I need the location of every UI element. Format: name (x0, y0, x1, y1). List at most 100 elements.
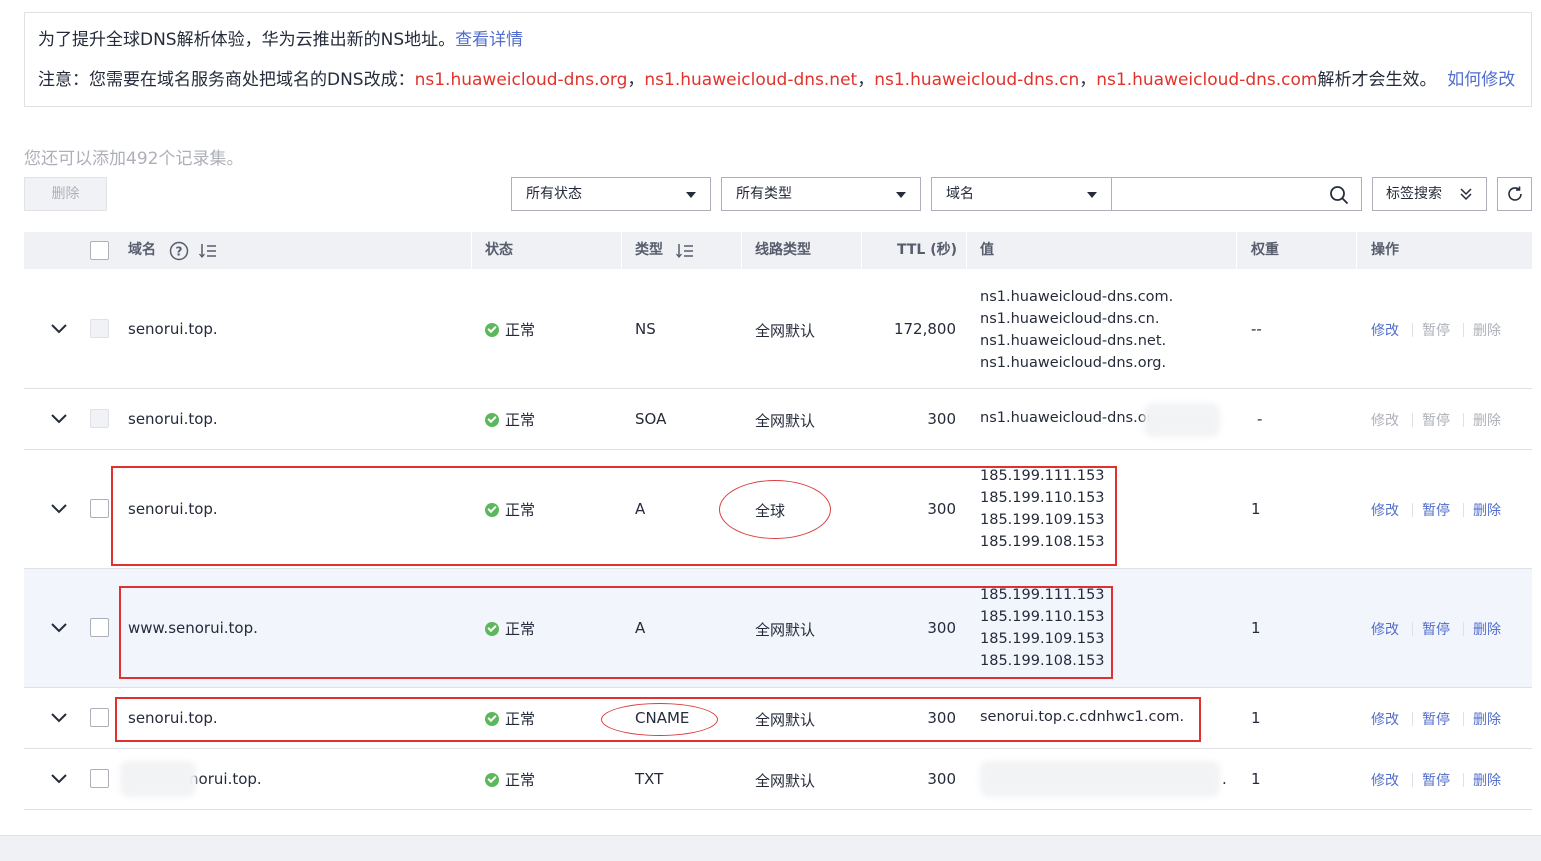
col-ttl: TTL (秒) (897, 242, 958, 258)
ns-notice: 为了提升全球DNS解析体验，华为云推出新的NS地址。查看详情 注意：您需要在域名… (24, 12, 1532, 107)
status-filter-select[interactable]: 所有状态 (511, 177, 711, 211)
record-type: TXT (635, 770, 664, 788)
delete-link[interactable]: 删除 (1473, 500, 1501, 520)
delete-link[interactable]: 删除 (1473, 619, 1501, 639)
chevron-down-icon[interactable] (51, 504, 67, 514)
separator: ， (627, 70, 645, 90)
pause-link[interactable]: 暂停 (1422, 770, 1450, 790)
view-details-link[interactable]: 查看详情 (455, 30, 523, 50)
col-separator (861, 232, 862, 269)
record-weight: 1 (1251, 770, 1261, 788)
record-status: 正常 (485, 319, 535, 340)
status-text: 正常 (505, 411, 536, 429)
redaction-blur (120, 761, 196, 797)
col-separator (1236, 232, 1237, 269)
edit-link[interactable]: 修改 (1371, 709, 1399, 729)
redaction-blur (980, 761, 1220, 797)
record-weight: 1 (1251, 500, 1261, 518)
notice-line-2: 注意：您需要在域名服务商处把域名的DNS改成： ns1.huaweicloud-d… (38, 67, 1518, 94)
col-separator (621, 232, 622, 269)
row-checkbox[interactable] (90, 618, 109, 637)
type-filter-select[interactable]: 所有类型 (721, 177, 921, 211)
annotation-ellipse (601, 703, 718, 736)
table-row: senorui.top. 正常 TXT 全网默认 300 . 1 修改 暂停 删… (24, 749, 1532, 810)
edit-link[interactable]: 修改 (1371, 320, 1399, 340)
quota-text: 您还可以添加492个记录集。 (24, 149, 244, 169)
tag-search-button[interactable]: 标签搜索 (1372, 177, 1487, 211)
edit-link[interactable]: 修改 (1371, 500, 1399, 520)
search-icon[interactable] (1329, 185, 1349, 205)
pause-link[interactable]: 暂停 (1422, 619, 1450, 639)
record-line: 全网默认 (755, 772, 816, 790)
annotation-ellipse (719, 480, 831, 539)
tag-search-label: 标签搜索 (1386, 186, 1442, 202)
chevron-down-icon[interactable] (51, 713, 67, 723)
record-domain: senorui.top. (128, 410, 218, 428)
op-separator (1463, 503, 1464, 517)
edit-link[interactable]: 修改 (1371, 770, 1399, 790)
op-separator (1412, 503, 1413, 517)
table-header: 域名 ? 状态 类型 线路类型 TTL (秒) 值 权重 操作 (24, 232, 1532, 269)
record-value: . (1222, 770, 1227, 788)
record-value: ns1.huaweicloud-dns.or (980, 410, 1153, 426)
search-field-select[interactable]: 域名 (931, 177, 1112, 211)
footer-bar (0, 835, 1541, 861)
sort-icon[interactable] (676, 243, 694, 259)
chevron-down-icon[interactable] (51, 324, 67, 334)
notice-prefix: 注意：您需要在域名服务商处把域名的DNS改成： (38, 70, 415, 90)
col-line-type: 线路类型 (755, 242, 811, 258)
op-separator (1412, 773, 1413, 787)
col-separator (471, 232, 472, 269)
search-input[interactable] (1112, 177, 1362, 211)
record-status: 正常 (485, 769, 535, 790)
col-action: 操作 (1371, 242, 1399, 258)
row-checkbox[interactable] (90, 499, 109, 518)
ns-address-cn: ns1.huaweicloud-dns.cn (874, 70, 1080, 90)
help-icon[interactable]: ? (169, 241, 189, 261)
refresh-button[interactable] (1497, 177, 1532, 211)
chevron-down-icon[interactable] (51, 774, 67, 784)
row-checkbox[interactable] (90, 708, 109, 727)
record-weight: 1 (1251, 619, 1261, 637)
annotation-box (111, 466, 1117, 566)
record-weight: 1 (1251, 709, 1261, 727)
how-to-modify-link[interactable]: 如何修改 (1447, 70, 1515, 90)
svg-text:?: ? (176, 245, 183, 259)
row-checkbox (90, 409, 109, 428)
table-row: senorui.top. 正常 SOA 全网默认 300 ns1.huaweic… (24, 389, 1532, 450)
redaction-blur (1144, 403, 1220, 437)
row-checkbox[interactable] (90, 769, 109, 788)
op-separator (1463, 622, 1464, 636)
caret-down-icon (686, 192, 696, 198)
pause-link: 暂停 (1422, 413, 1450, 429)
delete-link[interactable]: 删除 (1473, 709, 1501, 729)
col-value: 值 (980, 242, 994, 258)
batch-delete-button[interactable]: 删除 (24, 177, 107, 211)
pause-link[interactable]: 暂停 (1422, 709, 1450, 729)
status-filter-value: 所有状态 (526, 186, 582, 202)
status-text: 正常 (505, 321, 536, 339)
table-row: senorui.top. 正常 NS 全网默认 172,800 ns1.huaw… (24, 269, 1532, 389)
col-separator (741, 232, 742, 269)
col-status: 状态 (485, 242, 513, 258)
type-filter-value: 所有类型 (736, 186, 792, 202)
chevron-down-icon[interactable] (51, 414, 67, 424)
op-separator (1412, 413, 1413, 427)
chevron-down-icon[interactable] (51, 623, 67, 633)
caret-down-icon (896, 192, 906, 198)
sort-icon[interactable] (199, 243, 217, 259)
record-ttl: 300 (927, 410, 956, 428)
notice-line-1: 为了提升全球DNS解析体验，华为云推出新的NS地址。查看详情 (38, 27, 1518, 54)
delete-link[interactable]: 删除 (1473, 770, 1501, 790)
check-circle-icon (485, 773, 499, 787)
pause-link: 暂停 (1422, 323, 1450, 339)
edit-link[interactable]: 修改 (1371, 619, 1399, 639)
record-value: ns1.huaweicloud-dns.com. (980, 289, 1174, 305)
edit-link: 修改 (1371, 413, 1399, 429)
status-text: 正常 (505, 771, 536, 789)
select-all-checkbox[interactable] (90, 241, 109, 260)
record-value: ns1.huaweicloud-dns.org. (980, 355, 1167, 371)
pause-link[interactable]: 暂停 (1422, 500, 1450, 520)
record-type: NS (635, 320, 656, 338)
col-domain: 域名 (128, 242, 156, 258)
